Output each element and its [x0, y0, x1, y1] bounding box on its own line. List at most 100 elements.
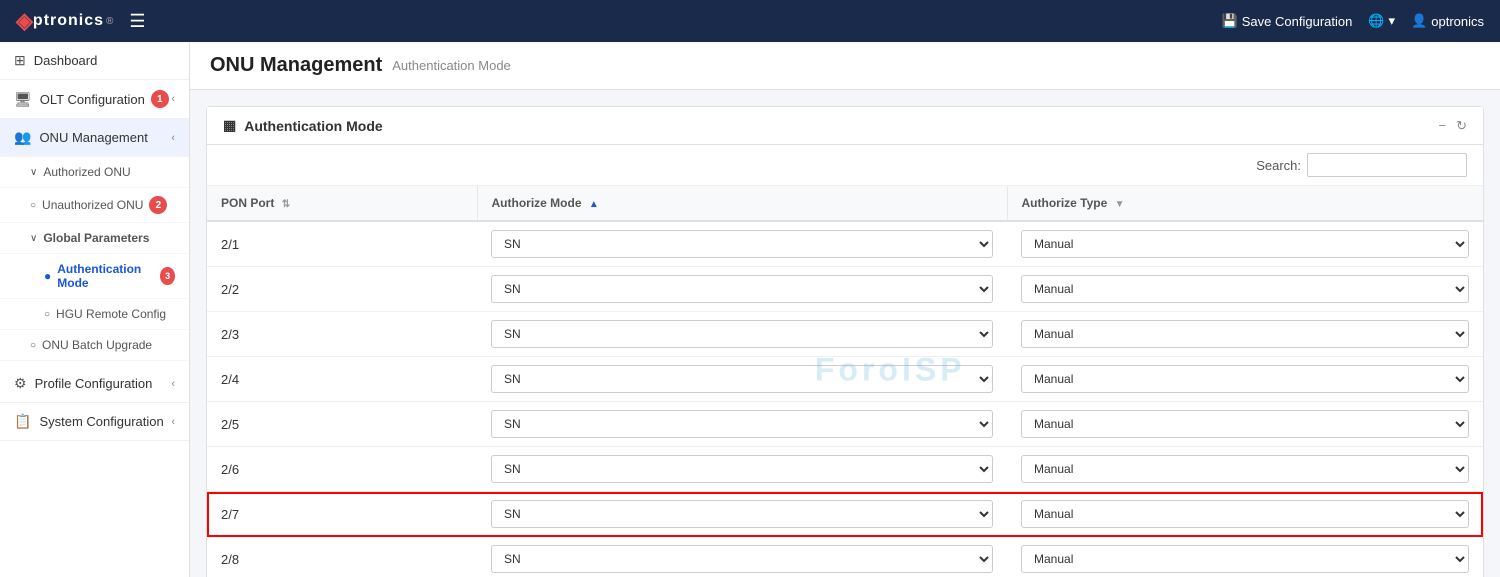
- authorize-type-select[interactable]: ManualAuto: [1021, 275, 1469, 303]
- logo-brand: ptronics: [33, 12, 104, 30]
- dashboard-icon: ⊞: [14, 52, 26, 69]
- sidebar-item-hgu-remote[interactable]: ○ HGU Remote Config: [0, 299, 189, 330]
- sidebar-label-onu: ONU Management: [39, 130, 147, 145]
- table-row: 2/6 SNSN+PasswordLOIDLOID+Password ManualA…: [207, 447, 1483, 492]
- hamburger-icon[interactable]: ☰: [129, 11, 145, 32]
- onu-batch-label: ONU Batch Upgrade: [42, 338, 152, 352]
- page-title: ONU Management: [210, 54, 382, 77]
- authorize-mode-cell[interactable]: SNSN+PasswordLOIDLOID+Password: [477, 357, 1007, 402]
- save-config-button[interactable]: 💾 Save Configuration: [1222, 13, 1353, 29]
- chevron-down-icon: ∨: [30, 167, 37, 178]
- authorize-type-select[interactable]: ManualAuto: [1021, 545, 1469, 573]
- user-icon: 👤: [1411, 13, 1427, 29]
- table-container: PON Port ⇅ Authorize Mode ▲ Authorize Ty…: [207, 186, 1483, 577]
- authorize-type-cell[interactable]: ManualAuto: [1007, 402, 1483, 447]
- chevron-down-small-icon: ∨: [30, 233, 37, 244]
- sidebar-label-dashboard: Dashboard: [34, 53, 98, 68]
- authorize-type-cell[interactable]: ManualAuto: [1007, 492, 1483, 537]
- onu-arrow: ‹: [171, 132, 175, 144]
- unauth-badge: 2: [149, 196, 167, 214]
- globe-icon: 🌐: [1368, 13, 1384, 29]
- user-menu[interactable]: 👤 optronics: [1411, 13, 1484, 29]
- sidebar-item-global-params[interactable]: ∨ Global Parameters: [0, 223, 189, 254]
- authorize-mode-select[interactable]: SNSN+PasswordLOIDLOID+Password: [491, 230, 993, 258]
- authorize-mode-cell[interactable]: SNSN+PasswordLOIDLOID+Password: [477, 492, 1007, 537]
- panel-actions: − ↻: [1439, 118, 1468, 134]
- olt-badge: 1: [151, 90, 169, 108]
- top-nav: ◈ ptronics ® ☰ 💾 Save Configuration 🌐 ▾ …: [0, 0, 1500, 42]
- panel-header: ▦ Authentication Mode − ↻: [207, 107, 1483, 145]
- authorize-type-cell[interactable]: ManualAuto: [1007, 357, 1483, 402]
- col-pon-port[interactable]: PON Port ⇅: [207, 186, 477, 221]
- language-selector[interactable]: 🌐 ▾: [1368, 13, 1395, 29]
- authorize-type-select[interactable]: ManualAuto: [1021, 365, 1469, 393]
- authorize-type-select[interactable]: ManualAuto: [1021, 230, 1469, 258]
- authorize-type-select[interactable]: ManualAuto: [1021, 320, 1469, 348]
- sidebar-label-olt: OLT Configuration: [40, 92, 145, 107]
- authorize-mode-label: Authorize Mode: [492, 196, 582, 210]
- authorize-mode-cell[interactable]: SNSN+PasswordLOIDLOID+Password: [477, 447, 1007, 492]
- table-row: 2/2SNSN+PasswordLOIDLOID+PasswordManualA…: [207, 267, 1483, 312]
- authorize-mode-select[interactable]: SNSN+PasswordLOIDLOID+Password: [491, 320, 993, 348]
- page-header: ONU Management Authentication Mode: [190, 42, 1500, 90]
- auth-mode-table: PON Port ⇅ Authorize Mode ▲ Authorize Ty…: [207, 186, 1483, 577]
- system-config-label: System Configuration: [39, 414, 163, 429]
- sidebar-item-auth-mode[interactable]: ● Authentication Mode 3: [0, 254, 189, 299]
- refresh-icon[interactable]: ↻: [1456, 118, 1467, 134]
- authorize-type-cell[interactable]: ManualAuto: [1007, 537, 1483, 577]
- authorize-type-cell[interactable]: ManualAuto: [1007, 447, 1483, 492]
- sidebar-item-onu-management[interactable]: 👥 ONU Management ‹: [0, 119, 189, 157]
- authorize-mode-select[interactable]: SNSN+PasswordLOIDLOID+Password: [491, 275, 993, 303]
- circle-small-icon: ○: [44, 309, 50, 320]
- minimize-icon[interactable]: −: [1439, 118, 1447, 134]
- save-icon: 💾: [1222, 13, 1238, 29]
- authorize-type-select[interactable]: ManualAuto: [1021, 455, 1469, 483]
- col-authorize-mode[interactable]: Authorize Mode ▲: [477, 186, 1007, 221]
- authorize-mode-cell[interactable]: SNSN+PasswordLOIDLOID+Password: [477, 537, 1007, 577]
- authorized-onu-label: Authorized ONU: [43, 165, 130, 179]
- authorize-type-cell[interactable]: ManualAuto: [1007, 267, 1483, 312]
- sidebar-item-olt-config[interactable]: 🖥 OLT Configuration 1 ‹: [0, 80, 189, 119]
- authorize-mode-sort-icon: ▲: [589, 199, 599, 210]
- onu-icon: 👥: [14, 129, 31, 146]
- page-subtitle: Authentication Mode: [392, 58, 511, 73]
- authorize-type-cell[interactable]: ManualAuto: [1007, 221, 1483, 267]
- authorize-mode-cell[interactable]: SNSN+PasswordLOIDLOID+Password: [477, 267, 1007, 312]
- sidebar-item-system-config[interactable]: 📋 System Configuration ‹: [0, 403, 189, 441]
- table-row: 2/5SNSN+PasswordLOIDLOID+PasswordManualA…: [207, 402, 1483, 447]
- authorize-mode-select[interactable]: SNSN+PasswordLOIDLOID+Password: [491, 410, 993, 438]
- authorize-mode-cell[interactable]: SNSN+PasswordLOIDLOID+Password: [477, 221, 1007, 267]
- sidebar-item-profile-config[interactable]: ⚙ Profile Configuration ‹: [0, 365, 189, 403]
- hgu-remote-label: HGU Remote Config: [56, 307, 166, 321]
- username-label: optronics: [1431, 14, 1484, 29]
- authorize-mode-select[interactable]: SNSN+PasswordLOIDLOID+Password: [491, 500, 993, 528]
- col-authorize-type[interactable]: Authorize Type ▼: [1007, 186, 1483, 221]
- sidebar: ⊞ Dashboard 🖥 OLT Configuration 1 ‹ 👥 ON…: [0, 42, 190, 577]
- sidebar-item-dashboard[interactable]: ⊞ Dashboard: [0, 42, 189, 80]
- pon-port-cell: 2/1: [207, 221, 477, 267]
- authorize-mode-select[interactable]: SNSN+PasswordLOIDLOID+Password: [491, 545, 993, 573]
- nav-right: 💾 Save Configuration 🌐 ▾ 👤 optronics: [1222, 13, 1484, 29]
- table-row: 2/3 SNSN+PasswordLOIDLOID+Password ManualA…: [207, 312, 1483, 357]
- authorize-type-select[interactable]: ManualAuto: [1021, 500, 1469, 528]
- logo-dot: ®: [106, 16, 113, 27]
- sidebar-item-onu-batch[interactable]: ○ ONU Batch Upgrade: [0, 330, 189, 361]
- authorize-mode-select[interactable]: SNSN+PasswordLOIDLOID+Password: [491, 365, 993, 393]
- pon-port-cell: 2/6: [207, 447, 477, 492]
- pon-port-cell: 2/3: [207, 312, 477, 357]
- authorize-type-select[interactable]: ManualAuto: [1021, 410, 1469, 438]
- sidebar-item-authorized-onu[interactable]: ∨ Authorized ONU: [0, 157, 189, 188]
- sidebar-item-unauthorized-onu[interactable]: ○ Unauthorized ONU 2: [0, 188, 189, 223]
- search-input[interactable]: [1307, 153, 1467, 177]
- authorize-type-cell[interactable]: ManualAuto: [1007, 312, 1483, 357]
- logo: ◈ ptronics ®: [16, 8, 113, 34]
- save-config-label: Save Configuration: [1242, 14, 1353, 29]
- authorize-mode-cell[interactable]: SNSN+PasswordLOIDLOID+Password: [477, 402, 1007, 447]
- unauthorized-onu-label: Unauthorized ONU: [42, 198, 143, 212]
- authorize-mode-cell[interactable]: SNSN+PasswordLOIDLOID+Password: [477, 312, 1007, 357]
- olt-icon: 🖥: [14, 91, 32, 108]
- panel-title-label: Authentication Mode: [244, 118, 382, 134]
- profile-arrow: ‹: [171, 378, 175, 390]
- authorize-mode-select[interactable]: SNSN+PasswordLOIDLOID+Password: [491, 455, 993, 483]
- global-params-label: Global Parameters: [43, 231, 149, 245]
